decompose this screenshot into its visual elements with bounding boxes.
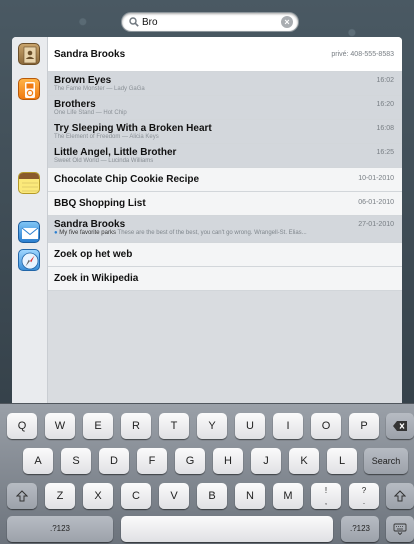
key-a[interactable]: A <box>23 448 53 474</box>
backspace-icon <box>393 421 407 431</box>
result-meta: 16:20 <box>376 101 394 108</box>
result-title: Zoek in Wikipedia <box>54 273 139 284</box>
result-title: Zoek op het web <box>54 249 133 260</box>
key-s[interactable]: S <box>61 448 91 474</box>
result-meta: 10-01-2010 <box>358 175 394 182</box>
result-row-song[interactable]: Brothers One Life Stand — Hot Chip 16:20 <box>48 96 402 120</box>
result-meta: 16:08 <box>376 125 394 132</box>
result-row-song[interactable]: Try Sleeping With a Broken Heart The Ele… <box>48 120 402 144</box>
key-z[interactable]: Z <box>45 483 75 509</box>
search-results: Sandra Brooks privé: 408-555-8583 Brown … <box>12 37 402 407</box>
hide-keyboard-key[interactable] <box>386 516 414 542</box>
key-j[interactable]: J <box>251 448 281 474</box>
key-h[interactable]: H <box>213 448 243 474</box>
result-meta: 16:02 <box>376 77 394 84</box>
mail-snippet: ● My five favorite parks These are the b… <box>54 230 307 236</box>
result-row-contact[interactable]: Sandra Brooks privé: 408-555-8583 <box>48 37 402 72</box>
key-question-period[interactable]: ? . <box>349 483 379 509</box>
unread-dot-icon: ● <box>54 230 58 236</box>
result-row-web-search[interactable]: Zoek op het web <box>48 243 402 267</box>
key-exclamation-comma[interactable]: ! , <box>311 483 341 509</box>
key-n[interactable]: N <box>235 483 265 509</box>
key-w[interactable]: W <box>45 413 75 439</box>
key-f[interactable]: F <box>137 448 167 474</box>
result-row-mail[interactable]: Sandra Brooks 27-01-2010 ● My five favor… <box>48 216 402 243</box>
result-row-wikipedia-search[interactable]: Zoek in Wikipedia <box>48 267 402 291</box>
result-title: Chocolate Chip Cookie Recipe <box>54 174 200 185</box>
result-title: Try Sleeping With a Broken Heart <box>54 123 212 134</box>
key-bottom-char: , <box>324 497 328 506</box>
key-p[interactable]: P <box>349 413 379 439</box>
contacts-icon <box>18 43 40 65</box>
result-row-note[interactable]: Chocolate Chip Cookie Recipe 10-01-2010 <box>48 168 402 192</box>
result-meta: 16:25 <box>376 149 394 156</box>
key-top-char: ? <box>361 486 367 495</box>
key-e[interactable]: E <box>83 413 113 439</box>
result-subtitle: The Fame Monster — Lady GaGa <box>54 86 145 92</box>
shift-right-key[interactable] <box>386 483 414 509</box>
result-meta: 06-01-2010 <box>358 199 394 206</box>
shift-left-key[interactable] <box>7 483 37 509</box>
result-row-song[interactable]: Brown Eyes The Fame Monster — Lady GaGa … <box>48 72 402 96</box>
search-key[interactable]: Search <box>364 448 408 474</box>
key-m[interactable]: M <box>273 483 303 509</box>
clear-icon[interactable]: × <box>281 16 293 28</box>
result-title: Brothers <box>54 99 96 110</box>
result-subtitle: The Element of Freedom — Alicia Keys <box>54 134 159 140</box>
backspace-key[interactable] <box>386 413 414 439</box>
safari-icon <box>18 249 40 271</box>
keyboard: Q W E R T Y U I O P A S D F G H J K L Se… <box>0 403 414 544</box>
result-title: BBQ Shopping List <box>54 198 146 209</box>
keyboard-hide-icon <box>393 523 407 536</box>
shift-icon <box>15 490 29 502</box>
result-title: Sandra Brooks <box>54 49 126 60</box>
shift-icon <box>393 490 407 502</box>
key-k[interactable]: K <box>289 448 319 474</box>
key-top-char: ! <box>324 486 328 495</box>
mail-subject: My five favorite parks <box>59 230 116 236</box>
key-y[interactable]: Y <box>197 413 227 439</box>
key-t[interactable]: T <box>159 413 189 439</box>
key-u[interactable]: U <box>235 413 265 439</box>
results-empty-area <box>48 291 402 407</box>
result-meta: privé: 408-555-8583 <box>331 51 394 58</box>
key-l[interactable]: L <box>327 448 357 474</box>
key-c[interactable]: C <box>121 483 151 509</box>
key-v[interactable]: V <box>159 483 189 509</box>
ipod-icon <box>18 78 40 100</box>
key-b[interactable]: B <box>197 483 227 509</box>
result-row-note[interactable]: BBQ Shopping List 06-01-2010 <box>48 192 402 216</box>
result-subtitle: Sweet Old World — Lucinda Williams <box>54 158 154 164</box>
key-bottom-char: . <box>362 497 366 506</box>
result-title: Sandra Brooks <box>54 219 126 230</box>
key-g[interactable]: G <box>175 448 205 474</box>
result-meta: 27-01-2010 <box>358 221 394 228</box>
result-subtitle: One Life Stand — Hot Chip <box>54 110 127 116</box>
result-title: Little Angel, Little Brother <box>54 147 177 158</box>
key-d[interactable]: D <box>99 448 129 474</box>
key-q[interactable]: Q <box>7 413 37 439</box>
key-x[interactable]: X <box>83 483 113 509</box>
search-input[interactable] <box>142 15 272 30</box>
key-r[interactable]: R <box>121 413 151 439</box>
mail-icon <box>18 221 40 243</box>
key-i[interactable]: I <box>273 413 303 439</box>
result-row-song[interactable]: Little Angel, Little Brother Sweet Old W… <box>48 144 402 168</box>
space-key[interactable] <box>121 516 333 542</box>
search-icon <box>129 17 139 27</box>
notes-icon <box>18 172 40 194</box>
mail-body-preview: These are the best of the best, you can'… <box>117 230 307 236</box>
numbers-key-right[interactable]: .?123 <box>341 516 379 542</box>
numbers-key-left[interactable]: .?123 <box>7 516 113 542</box>
result-title: Brown Eyes <box>54 75 112 86</box>
key-o[interactable]: O <box>311 413 341 439</box>
search-field[interactable]: × <box>121 12 299 32</box>
